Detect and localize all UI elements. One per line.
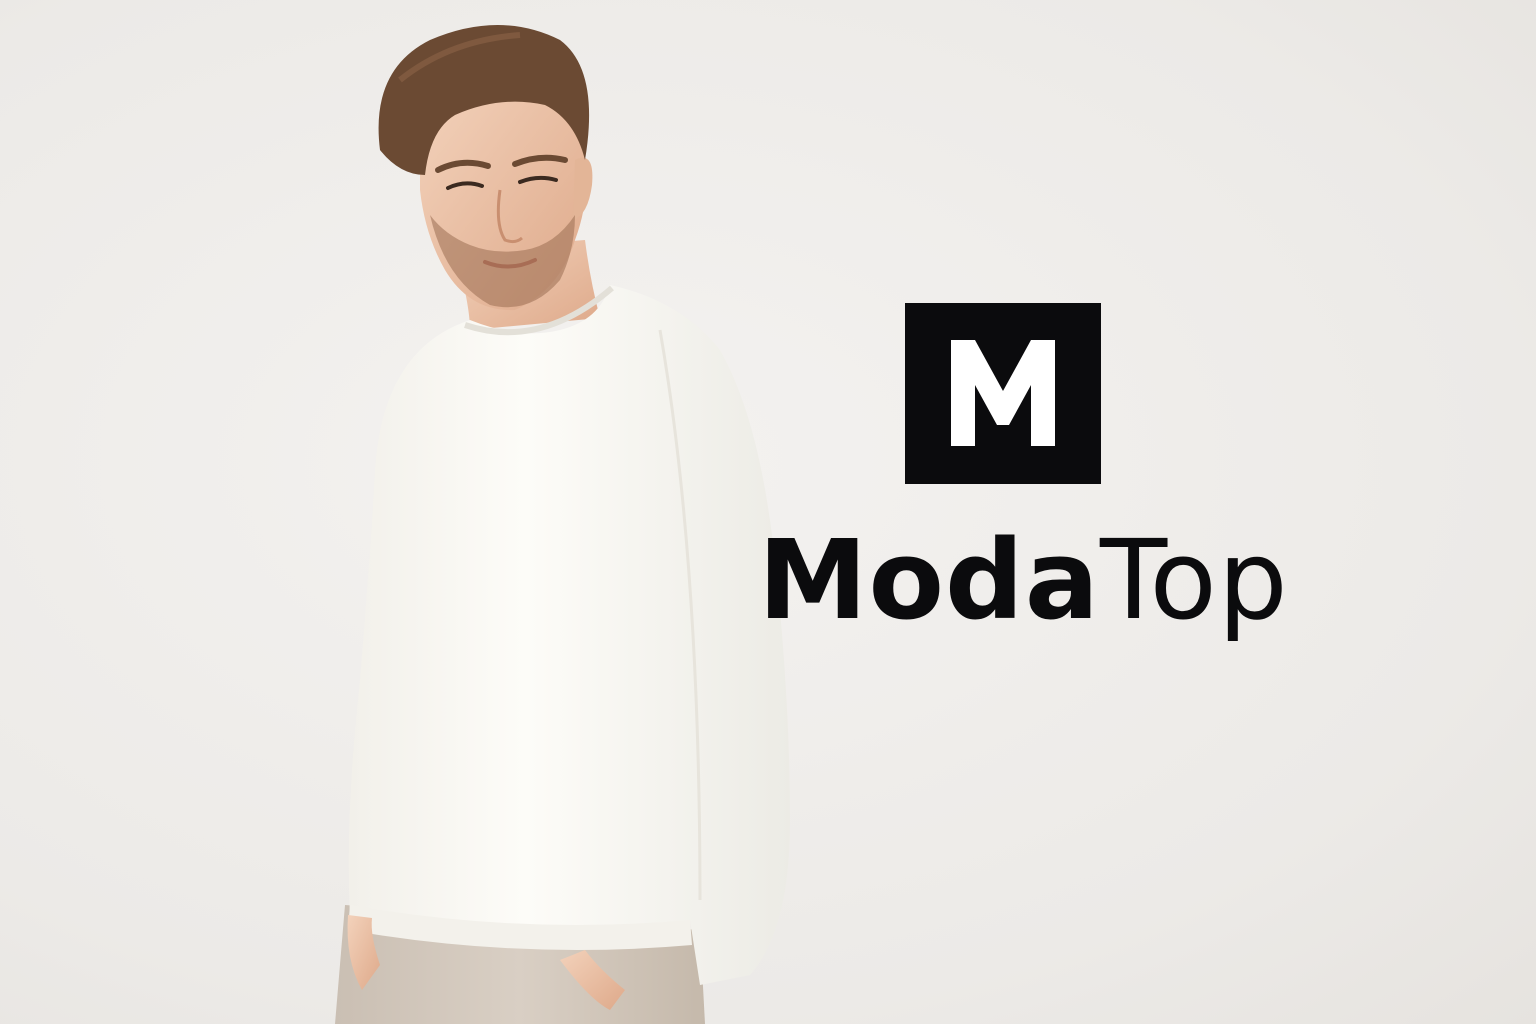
brand-name-bold: Moda [758, 516, 1101, 644]
brand-wordmark: ModaTop [758, 510, 1318, 650]
ad-canvas: M ModaTop [0, 0, 1536, 1024]
monogram-m-glyph [951, 340, 1055, 446]
brand-name-light: Top [1100, 516, 1289, 644]
brand-monogram-logo: M [905, 303, 1101, 484]
sweater [348, 285, 790, 985]
